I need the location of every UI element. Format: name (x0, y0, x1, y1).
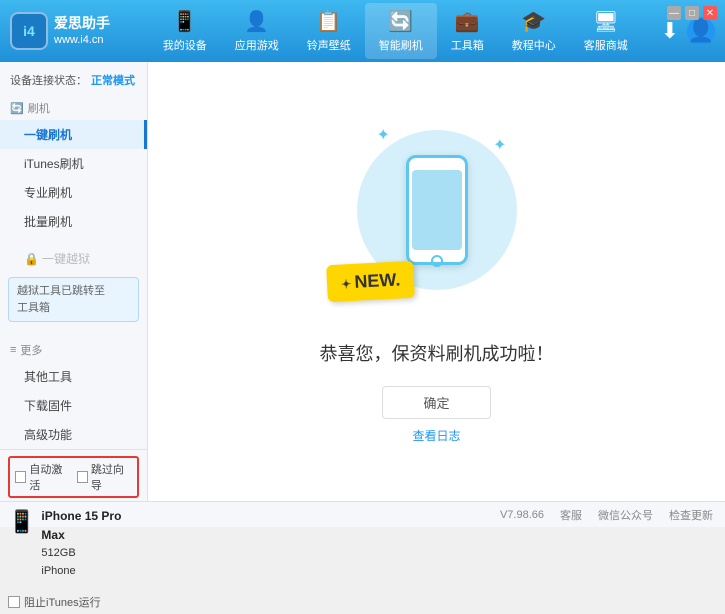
header-right: ⬇ 👤 (661, 17, 715, 45)
phone-body (406, 155, 468, 265)
sidebar-item-itunes-flash[interactable]: iTunes刷机 (0, 149, 147, 178)
auto-activate-checkbox[interactable] (15, 471, 26, 483)
auto-guide-option[interactable]: 跳过向导 (77, 461, 133, 493)
footer-customer-service[interactable]: 客服 (560, 507, 582, 523)
itunes-bar: 阻止iTunes运行 (0, 590, 147, 614)
sparkle-icon-1: ✦ (377, 125, 390, 145)
auto-guide-checkbox[interactable] (77, 471, 88, 483)
more-section-header: ≡ 更多 (0, 338, 147, 362)
flash-section-icon: 🔄 (10, 102, 24, 115)
flash-icon: 🔄 (388, 9, 413, 34)
sidebar-item-pro-flash[interactable]: 专业刷机 (0, 178, 147, 207)
notice-box: 越狱工具已跳转至 工具箱 (8, 277, 139, 322)
logo: i4 爱思助手 www.i4.cn (10, 12, 130, 50)
footer-wechat[interactable]: 微信公众号 (598, 507, 653, 523)
logo-text: 爱思助手 www.i4.cn (54, 14, 110, 49)
flash-section-header: 🔄 刷机 (0, 96, 147, 120)
sidebar-item-batch-flash[interactable]: 批量刷机 (0, 207, 147, 236)
new-badge: NEW. (326, 260, 415, 302)
main-content: ✦ ✦ NEW. 恭喜您，保资料刷机成功啦！ 确定 查看日志 (148, 62, 725, 501)
status-bar: 设备连接状态： 正常模式 (0, 66, 147, 94)
nav-bar: 📱 我的设备 👤 应用游戏 📋 铃声壁纸 🔄 智能刷机 💼 工具箱 🎓 (130, 3, 661, 59)
sidebar-item-jailbreak: 🔒一键越狱 (0, 244, 147, 273)
maximize-button[interactable]: □ (685, 6, 699, 20)
footer-right: V7.98.66 客服 微信公众号 检查更新 (500, 507, 713, 523)
nav-app-games[interactable]: 👤 应用游戏 (221, 3, 293, 59)
device-info: 📱 iPhone 15 Pro Max 512GB iPhone (8, 504, 139, 584)
device-details: iPhone 15 Pro Max 512GB iPhone (41, 507, 139, 581)
toolbox-icon: 💼 (455, 9, 480, 34)
download-button[interactable]: ⬇ (661, 18, 679, 44)
service-icon: 🖥 (593, 9, 618, 34)
flash-section: 🔄 刷机 一键刷机 iTunes刷机 专业刷机 批量刷机 (0, 96, 147, 236)
nav-tutorial[interactable]: 🎓 教程中心 (498, 3, 570, 59)
phone-home-button (431, 255, 443, 267)
nav-smart-flash[interactable]: 🔄 智能刷机 (365, 3, 437, 59)
success-message: 恭喜您，保资料刷机成功啦！ (320, 340, 554, 366)
sidebar: 设备连接状态： 正常模式 🔄 刷机 一键刷机 iTunes刷机 专业刷机 批量刷… (0, 62, 148, 501)
user-button[interactable]: 👤 (687, 17, 715, 45)
sidebar-item-download-firmware[interactable]: 下载固件 (0, 391, 147, 420)
sidebar-item-other-tools[interactable]: 其他工具 (0, 362, 147, 391)
phone-illustration: ✦ ✦ NEW. (347, 120, 527, 320)
header: i4 爱思助手 www.i4.cn 📱 我的设备 👤 应用游戏 📋 铃声壁纸 🔄 (0, 0, 725, 62)
sidebar-item-one-click-flash[interactable]: 一键刷机 (0, 120, 147, 149)
nav-service[interactable]: 🖥 客服商城 (570, 3, 642, 59)
logo-icon: i4 (10, 12, 48, 50)
sparkle-icon-2: ✦ (493, 135, 506, 155)
close-button[interactable]: ✕ (703, 6, 717, 20)
sidebar-bottom: 自动激活 跳过向导 📱 iPhone 15 Pro Max 512GB iPho… (0, 449, 147, 590)
nav-toolbox[interactable]: 💼 工具箱 (437, 3, 498, 59)
phone-icon: 📱 (172, 9, 197, 34)
device-phone-icon: 📱 (8, 509, 35, 535)
itunes-checkbox[interactable] (8, 596, 20, 608)
tutorial-icon: 🎓 (521, 9, 546, 34)
sidebar-item-advanced[interactable]: 高级功能 (0, 420, 147, 449)
ringtone-icon: 📋 (316, 9, 341, 34)
confirm-button[interactable]: 确定 (382, 386, 490, 419)
view-log-link[interactable]: 查看日志 (412, 427, 460, 444)
auto-options-box: 自动激活 跳过向导 (8, 456, 139, 498)
window-controls: — □ ✕ (667, 6, 717, 20)
nav-ringtone[interactable]: 📋 铃声壁纸 (293, 3, 365, 59)
apps-icon: 👤 (244, 9, 269, 34)
minimize-button[interactable]: — (667, 6, 681, 20)
auto-activate-option[interactable]: 自动激活 (15, 461, 71, 493)
footer-check-update[interactable]: 检查更新 (669, 507, 713, 523)
nav-my-device[interactable]: 📱 我的设备 (149, 3, 221, 59)
main-layout: 设备连接状态： 正常模式 🔄 刷机 一键刷机 iTunes刷机 专业刷机 批量刷… (0, 62, 725, 501)
phone-screen (412, 170, 462, 250)
more-icon: ≡ (10, 344, 16, 356)
